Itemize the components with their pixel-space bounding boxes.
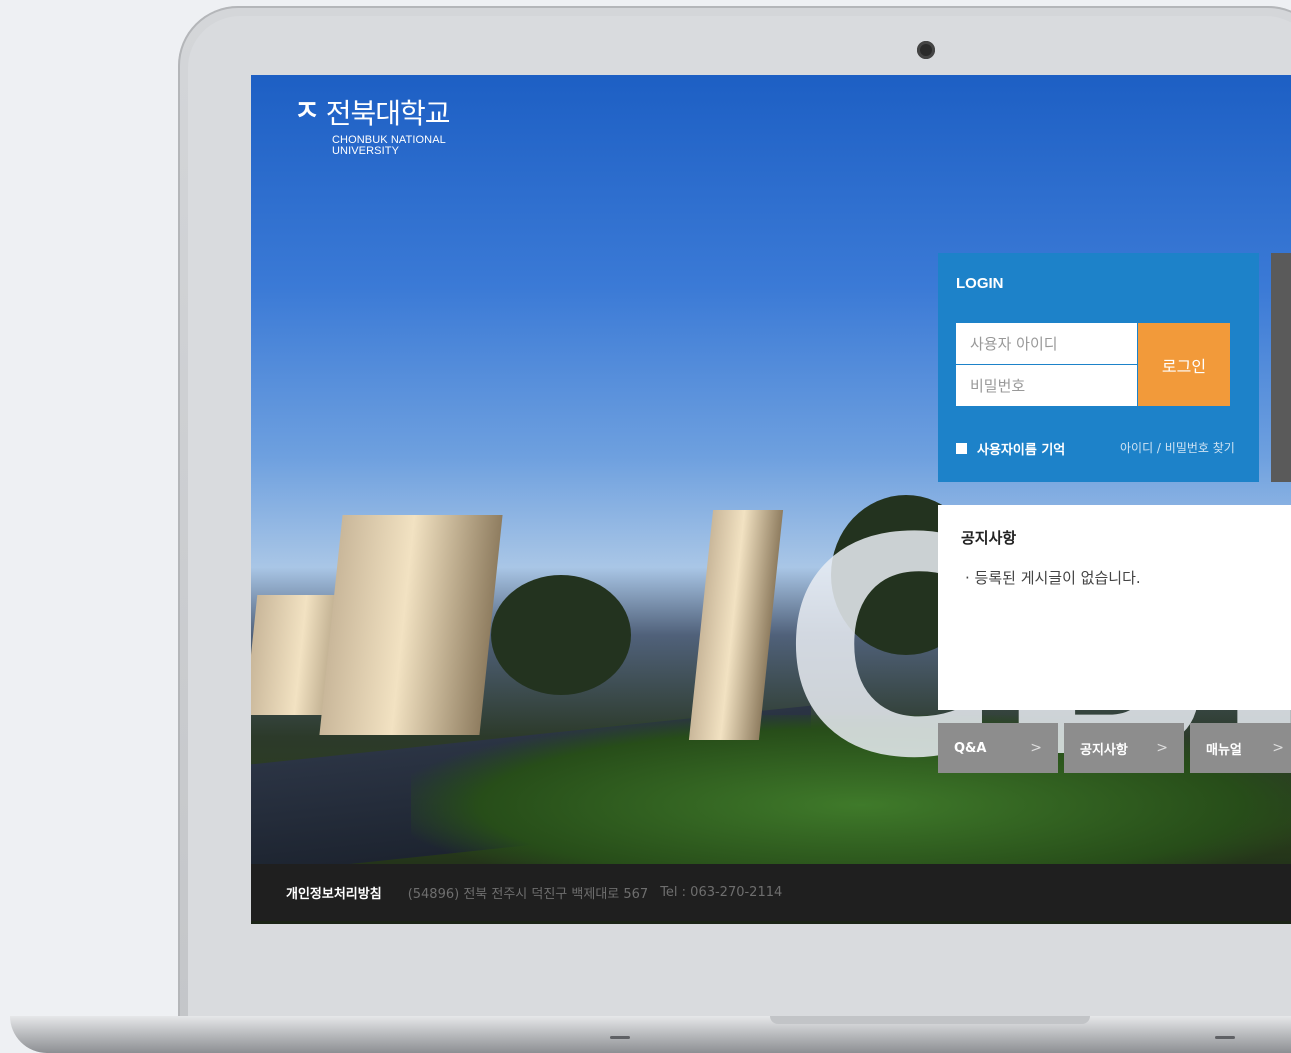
screen: CBN ㅈ 전북대학교 CHONBUK NATIONAL UNIVERSITY … <box>251 75 1291 924</box>
side-panel <box>1271 253 1291 482</box>
remember-checkbox[interactable] <box>956 443 967 454</box>
remember-label: 사용자이름 기억 <box>977 443 1066 458</box>
background-monument <box>319 515 503 735</box>
laptop-base <box>10 1016 1291 1053</box>
quick-link-label: 매뉴얼 <box>1206 742 1242 758</box>
chevron-right-icon: > <box>1030 740 1042 756</box>
background-tree <box>491 575 631 695</box>
laptop-foot <box>1215 1036 1235 1039</box>
notice-title: 공지사항 <box>961 529 1017 547</box>
laptop-foot <box>610 1036 630 1039</box>
university-logo[interactable]: ㅈ 전북대학교 CHONBUK NATIONAL UNIVERSITY <box>294 94 451 157</box>
logo-name-en-line2: UNIVERSITY <box>332 145 400 157</box>
quick-link-label: Q&A <box>954 740 987 756</box>
login-title: LOGIN <box>956 275 1004 292</box>
notice-panel: 공지사항 · 등록된 게시글이 없습니다. <box>938 505 1291 710</box>
chevron-right-icon: > <box>1272 740 1284 756</box>
quick-link-notice[interactable]: 공지사항 > <box>1064 723 1184 773</box>
chevron-right-icon: > <box>1156 740 1168 756</box>
chonbuk-logo-icon: ㅈ <box>294 94 320 127</box>
remember-username[interactable]: 사용자이름 기억 <box>956 439 1065 458</box>
logo-name-ko: 전북대학교 <box>325 97 451 130</box>
background-monument <box>688 510 784 740</box>
footer-tel: Tel : 063-270-2114 <box>660 885 783 900</box>
camera-icon <box>917 41 935 59</box>
user-id-input[interactable] <box>956 323 1137 364</box>
find-id-password-link[interactable]: 아이디 / 비밀번호 찾기 <box>1120 439 1235 456</box>
notice-empty-message: · 등록된 게시글이 없습니다. <box>965 569 1141 587</box>
quick-link-label: 공지사항 <box>1080 742 1128 758</box>
privacy-policy-link[interactable]: 개인정보처리방침 <box>286 883 382 902</box>
login-panel: LOGIN 로그인 사용자이름 기억 아이디 / 비밀번호 찾기 <box>938 253 1259 482</box>
laptop-notch <box>770 1016 1090 1024</box>
footer: 개인정보처리방침 (54896) 전북 전주시 덕진구 백제대로 567 Tel… <box>251 864 1291 921</box>
quick-link-qna[interactable]: Q&A > <box>938 723 1058 773</box>
login-button[interactable]: 로그인 <box>1138 323 1230 406</box>
password-input[interactable] <box>956 365 1137 406</box>
quick-link-manual[interactable]: 매뉴얼 > <box>1190 723 1291 773</box>
footer-address: (54896) 전북 전주시 덕진구 백제대로 567 <box>407 887 649 902</box>
